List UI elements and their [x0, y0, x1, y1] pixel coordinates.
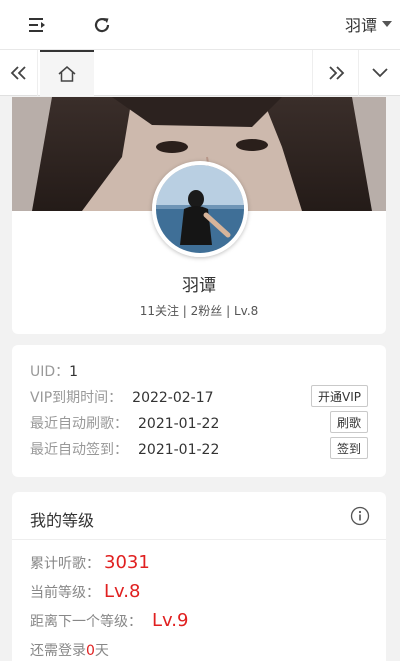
login-days-row: 还需登录0天 [30, 640, 109, 660]
vip-value: 2022-02-17 [132, 390, 214, 406]
tabs-scroll-right-button[interactable] [312, 50, 358, 96]
sign-in-button[interactable]: 签到 [329, 437, 368, 459]
next-level-value: Lv.9 [152, 610, 189, 631]
login-days-suffix: 天 [94, 643, 109, 659]
level-header: 我的等级 [12, 492, 386, 540]
username: 羽谭 [344, 16, 377, 35]
auto-song-row: 最近自动刷歌： 2021-01-22 [30, 413, 219, 433]
level-card: 我的等级 累计听歌： 3031 当前等级： Lv.8 距离下一个等级： Lv.9 还需… [12, 492, 386, 661]
chevron-down-icon [371, 68, 388, 78]
profile-name: 羽谭 [182, 276, 216, 296]
tabs-scroll-left-button[interactable] [0, 50, 38, 96]
login-days-prefix: 还需登录 [30, 643, 86, 659]
auto-song-label: 最近自动刷歌： [30, 416, 128, 432]
auto-song-value: 2021-01-22 [138, 416, 220, 432]
vip-row: VIP到期时间： 2022-02-17 [30, 387, 214, 407]
avatar[interactable] [152, 161, 248, 257]
menu-icon[interactable] [26, 15, 50, 35]
refresh-songs-button[interactable]: 刷歌 [329, 411, 368, 433]
profile-stats: 11关注 | 2粉丝 | Lv.8 [139, 304, 259, 318]
user-menu[interactable]: 羽谭 [345, 12, 392, 36]
auto-sign-row: 最近自动签到： 2021-01-22 [30, 439, 219, 459]
current-level-label: 当前等级： [30, 585, 100, 601]
open-vip-button[interactable]: 开通VIP [311, 385, 368, 407]
refresh-icon[interactable] [90, 13, 114, 37]
uid-row: UID：1 [30, 361, 78, 381]
main-content: 羽谭 11关注 | 2粉丝 | Lv.8 UID：1 VIP到期时间： 2022-… [0, 97, 400, 661]
home-icon [58, 66, 76, 82]
current-level-row: 当前等级： Lv.8 [30, 581, 140, 602]
account-info-card: UID：1 VIP到期时间： 2022-02-17 开通VIP 最近自动刷歌： 20… [12, 345, 386, 477]
login-days-value: 0 [86, 643, 95, 659]
tab-strip [0, 50, 400, 96]
vip-label: VIP到期时间： [30, 390, 123, 406]
double-chevron-left-icon [10, 66, 26, 80]
tabs-more-button[interactable] [358, 50, 400, 96]
next-level-label: 距离下一个等级： [30, 614, 142, 630]
chevron-down-icon [382, 21, 392, 27]
auto-sign-value: 2021-01-22 [138, 442, 220, 458]
info-icon[interactable] [350, 506, 370, 526]
listen-count-row: 累计听歌： 3031 [30, 552, 150, 573]
top-bar: 羽谭 [0, 0, 400, 50]
uid-label: UID： [30, 364, 70, 380]
current-level-value: Lv.8 [104, 581, 141, 602]
listen-count-value: 3031 [104, 552, 150, 573]
auto-sign-label: 最近自动签到： [30, 442, 128, 458]
profile-card: 羽谭 11关注 | 2粉丝 | Lv.8 [12, 97, 386, 334]
tab-home[interactable] [40, 50, 94, 96]
level-title: 我的等级 [30, 511, 95, 530]
next-level-row: 距离下一个等级： Lv.9 [30, 610, 188, 631]
uid-value: 1 [69, 364, 79, 380]
double-chevron-right-icon [328, 66, 344, 80]
listen-count-label: 累计听歌： [30, 556, 100, 572]
